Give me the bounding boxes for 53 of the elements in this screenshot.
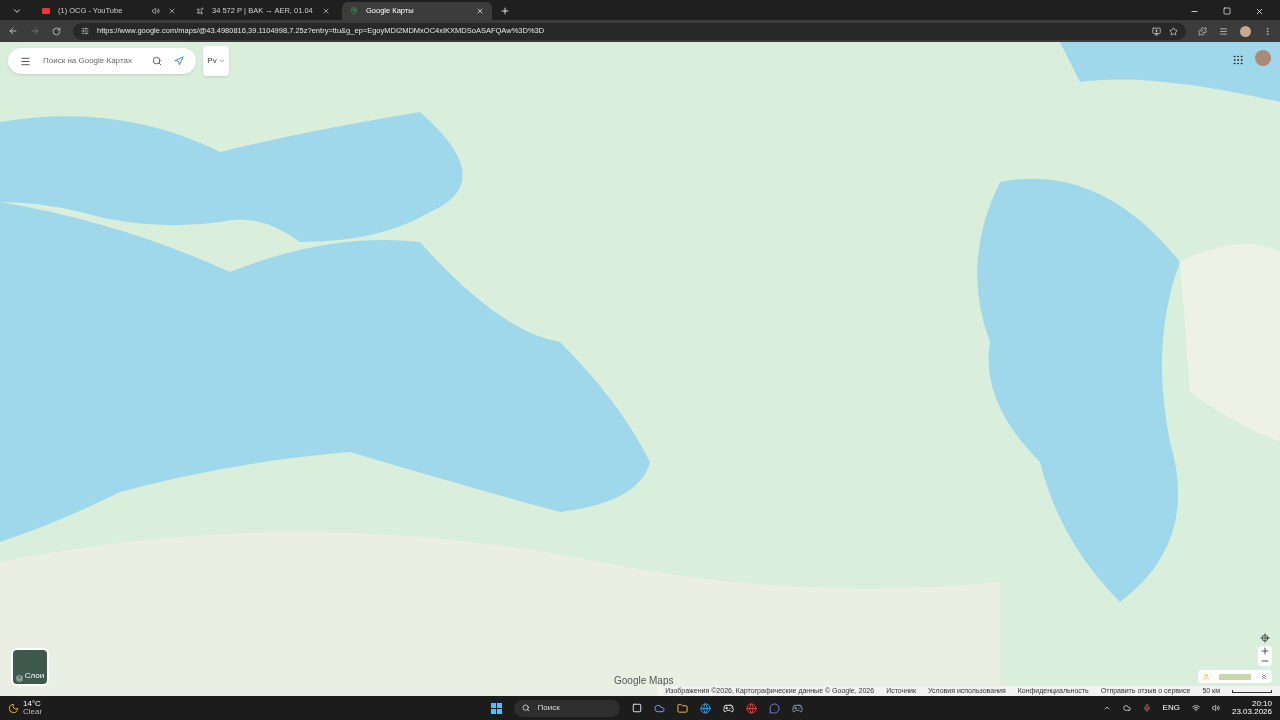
- site-info-icon[interactable]: [81, 27, 89, 35]
- browser-menu-icon[interactable]: [1263, 26, 1272, 36]
- close-tab-icon[interactable]: [322, 7, 330, 15]
- browser-icon[interactable]: [699, 702, 711, 714]
- clock-date[interactable]: 23.03.2026: [1231, 708, 1272, 716]
- weather-condition: Clear: [23, 708, 43, 716]
- expand-icon[interactable]: [1260, 672, 1268, 681]
- layers-button[interactable]: Слои: [11, 648, 49, 686]
- search-input[interactable]: Поиск на Google Картах: [43, 55, 140, 67]
- directions-icon[interactable]: [174, 56, 184, 66]
- search-input[interactable]: Поиск: [537, 702, 612, 714]
- close-icon[interactable]: [1255, 7, 1264, 16]
- video-icon: [42, 8, 50, 14]
- apps-icon[interactable]: [1232, 54, 1244, 66]
- moon-icon: [8, 702, 19, 714]
- extensions-icon[interactable]: [1198, 26, 1207, 36]
- category-chip[interactable]: Рv: [203, 46, 229, 76]
- back-icon[interactable]: [8, 26, 18, 36]
- restore-icon[interactable]: [1223, 7, 1231, 15]
- new-tab-icon[interactable]: [500, 6, 510, 16]
- folder-icon[interactable]: [676, 702, 688, 714]
- map-logo: Google Maps: [614, 674, 674, 687]
- tab-search-icon[interactable]: [12, 6, 22, 16]
- profile-avatar[interactable]: [1240, 25, 1251, 37]
- weather-temperature: 14°C: [23, 700, 42, 708]
- task-view-icon[interactable]: [631, 703, 642, 713]
- close-tab-icon[interactable]: [168, 7, 176, 15]
- scale-bar: [1232, 689, 1272, 693]
- zoom-in-icon[interactable]: [1260, 646, 1270, 656]
- network-icon[interactable]: [1191, 704, 1200, 712]
- clock-time[interactable]: 20:10: [1251, 700, 1272, 708]
- volume-icon[interactable]: [1211, 704, 1220, 712]
- search-field[interactable]: Поиск на Google Картах: [8, 48, 196, 74]
- search-icon: [521, 704, 530, 712]
- game-icon[interactable]: [722, 702, 734, 714]
- install-icon[interactable]: [1152, 26, 1161, 36]
- layers-icon: [15, 675, 23, 682]
- speaker-icon[interactable]: [152, 7, 160, 15]
- search-icon[interactable]: [152, 56, 162, 66]
- caret-icon: [218, 58, 225, 64]
- chat-icon[interactable]: [768, 702, 780, 714]
- my-location-icon[interactable]: [1260, 633, 1270, 643]
- language-indicator[interactable]: ENG: [1162, 702, 1180, 714]
- menu-icon[interactable]: [20, 55, 31, 67]
- reload-icon[interactable]: [52, 26, 61, 36]
- microphone-icon[interactable]: [1142, 704, 1151, 712]
- tray-chevron-icon[interactable]: [1102, 704, 1111, 712]
- bookmark-icon[interactable]: [1169, 26, 1178, 36]
- taskbar-search-field[interactable]: Поиск: [513, 699, 620, 717]
- start-icon[interactable]: [490, 702, 502, 714]
- plane-icon: [196, 7, 204, 15]
- map-type-thumbnails[interactable]: [1219, 673, 1251, 680]
- cloud-icon[interactable]: [1122, 704, 1131, 712]
